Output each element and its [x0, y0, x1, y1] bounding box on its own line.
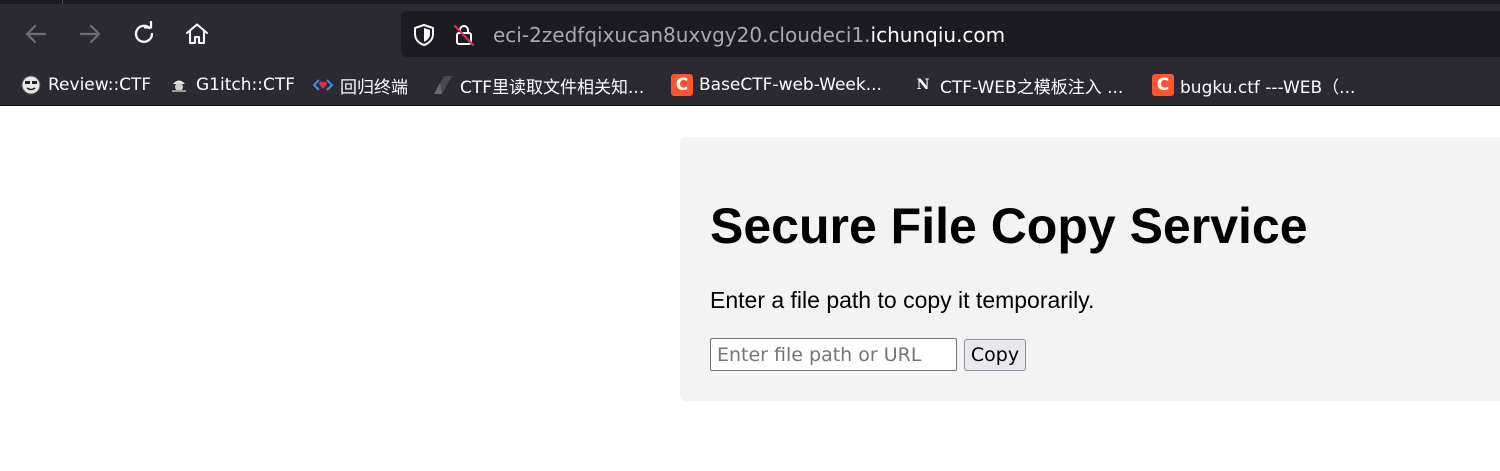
bookmark-label: CTF-WEB之模板注入 ...: [940, 77, 1124, 98]
bookmark-label: 回归终端: [340, 77, 408, 98]
smiley-icon: [20, 74, 42, 96]
shield-icon[interactable]: [411, 22, 437, 48]
bookmark-ctf-file-read[interactable]: CTF里读取文件相关知...: [432, 72, 644, 98]
zhihu-stripe-icon: [432, 74, 454, 96]
pirate-icon: [168, 74, 190, 96]
bookmark-basectf-week[interactable]: C BaseCTF-web-Week...: [671, 72, 882, 98]
file-path-input[interactable]: [710, 338, 957, 371]
bookmark-return-terminal[interactable]: 回归终端: [312, 72, 408, 98]
bookmark-label: BaseCTF-web-Week...: [699, 75, 882, 95]
forward-arrow-icon: [79, 24, 101, 44]
back-arrow-icon: [25, 24, 47, 44]
copy-button[interactable]: Copy: [964, 339, 1026, 371]
url-prefix: eci-2zedfqixucan8uxvgy20.cloudeci1.: [493, 23, 871, 47]
reload-button[interactable]: [126, 16, 162, 52]
bookmark-review-ctf[interactable]: Review::CTF: [20, 72, 151, 98]
browser-toolbar: eci-2zedfqixucan8uxvgy20.cloudeci1.ichun…: [0, 0, 1500, 62]
home-button[interactable]: [179, 16, 215, 52]
home-icon: [185, 23, 209, 45]
csdn-c-icon: C: [671, 74, 693, 96]
url-text[interactable]: eci-2zedfqixucan8uxvgy20.cloudeci1.ichun…: [493, 22, 1005, 48]
bookmark-label: Review::CTF: [48, 75, 152, 95]
insecure-lock-icon[interactable]: [451, 22, 477, 48]
bookmark-label: bugku.ctf ---WEB（...: [1180, 77, 1356, 98]
bookmark-label: G1itch::CTF: [196, 75, 295, 95]
forward-button[interactable]: [72, 16, 108, 52]
csdn-c-icon: C: [1152, 74, 1174, 96]
bookmark-label: CTF里读取文件相关知...: [460, 77, 645, 98]
back-button[interactable]: [18, 16, 54, 52]
page-description: Enter a file path to copy it temporarily…: [710, 287, 1095, 313]
reload-icon: [134, 21, 154, 43]
url-domain: ichunqiu.com: [870, 23, 1006, 47]
bookmark-bugku-ctf[interactable]: C bugku.ctf ---WEB（...: [1152, 72, 1355, 98]
notion-n-icon: N: [916, 77, 930, 93]
bookmarks-toolbar: Review::CTF G1itch::CTF 回归终端 CTF里读取文件相关知…: [0, 62, 1500, 106]
tab-divider: [62, 0, 63, 4]
address-bar[interactable]: eci-2zedfqixucan8uxvgy20.cloudeci1.ichun…: [401, 11, 1500, 57]
tab-strip: [0, 0, 1500, 4]
bookmark-g1itch-ctf[interactable]: G1itch::CTF: [168, 72, 295, 98]
page-title: Secure File Copy Service: [710, 198, 1308, 254]
bookmark-ctf-web-template[interactable]: N CTF-WEB之模板注入 ...: [912, 72, 1124, 98]
file-copy-card: Secure File Copy Service Enter a file pa…: [680, 137, 1500, 401]
code-heart-icon: [312, 74, 334, 96]
